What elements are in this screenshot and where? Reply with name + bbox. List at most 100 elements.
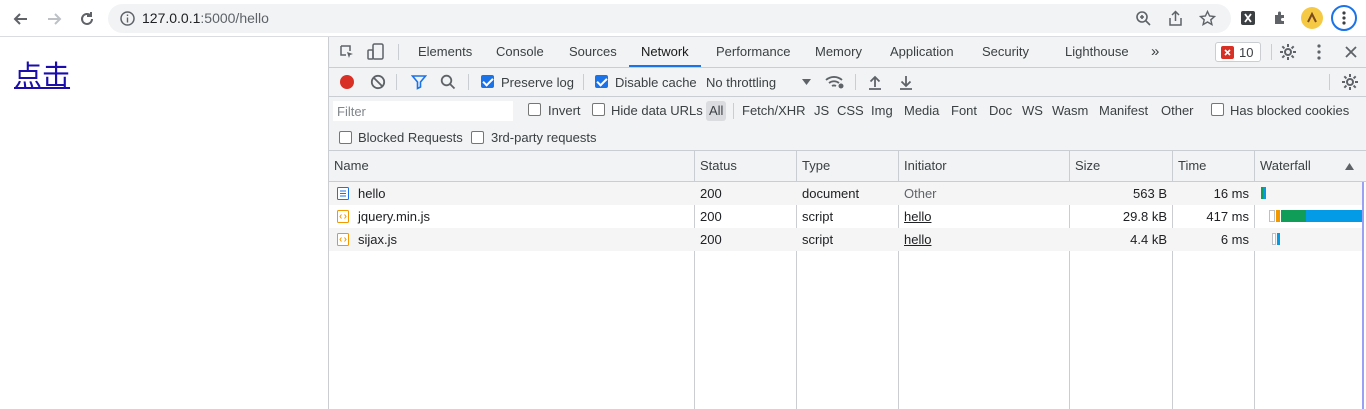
extension-x-icon[interactable]: [1237, 7, 1259, 29]
device-toolbar-icon[interactable]: [367, 43, 385, 61]
url-path: :5000/hello: [200, 10, 269, 26]
disable-cache-label: Disable cache: [615, 75, 697, 90]
request-status: 200: [700, 186, 722, 201]
column-header-time[interactable]: Time: [1173, 151, 1206, 181]
waterfall-bar-download: [1306, 210, 1362, 222]
type-filter-css[interactable]: CSS: [834, 101, 867, 121]
request-size: 29.8 kB: [1122, 209, 1167, 224]
clear-icon[interactable]: [370, 74, 386, 90]
share-icon[interactable]: [1167, 10, 1184, 27]
hide-data-urls-label: Hide data URLs: [611, 103, 703, 118]
devtools-menu-icon[interactable]: [1317, 44, 1321, 60]
network-settings-gear-icon[interactable]: [1341, 73, 1359, 91]
waterfall-bar-queued: [1272, 233, 1276, 245]
tab-application[interactable]: Application: [890, 37, 954, 67]
address-bar[interactable]: 127.0.0.1:5000/hello: [108, 4, 1231, 33]
close-icon[interactable]: [1344, 45, 1358, 59]
request-size: 4.4 kB: [1130, 232, 1167, 247]
import-har-icon[interactable]: [867, 74, 883, 90]
forward-button[interactable]: [42, 7, 66, 31]
type-filter-other[interactable]: Other: [1158, 101, 1197, 121]
type-filter-ws[interactable]: WS: [1019, 101, 1046, 121]
dropdown-arrow-icon[interactable]: [802, 79, 811, 85]
network-toolbar: Preserve log Disable cache No throttling: [329, 68, 1366, 97]
tab-lighthouse[interactable]: Lighthouse: [1065, 37, 1129, 67]
type-filter-all[interactable]: All: [706, 101, 727, 121]
tab-memory[interactable]: Memory: [815, 37, 862, 67]
filter-funnel-icon[interactable]: [411, 74, 427, 90]
waterfall-bar-download: [1277, 233, 1280, 245]
more-tabs-button[interactable]: »: [1151, 37, 1159, 67]
waterfall-bar-download: [1263, 187, 1266, 199]
table-header: Name Status Type Initiator Size Time Wat…: [329, 151, 1366, 182]
preserve-log-label: Preserve log: [501, 75, 574, 90]
waterfall-timeline-marker: [1362, 182, 1364, 409]
column-header-waterfall[interactable]: Waterfall: [1255, 151, 1311, 181]
tab-sources[interactable]: Sources: [569, 37, 617, 67]
click-link[interactable]: 点击: [14, 54, 70, 94]
type-filter-doc[interactable]: Doc: [986, 101, 1015, 121]
type-filter-font[interactable]: Font: [948, 101, 980, 121]
request-time: 6 ms: [1220, 232, 1249, 247]
request-status: 200: [700, 209, 722, 224]
table-row[interactable]: hello 200 document Other 563 B 16 ms: [329, 182, 1362, 205]
tab-elements[interactable]: Elements: [418, 37, 472, 67]
devtools-tabbar: Elements Console Sources Network Perform…: [329, 37, 1366, 68]
third-party-checkbox[interactable]: [471, 131, 484, 144]
zoom-icon[interactable]: [1135, 10, 1152, 27]
hide-data-urls-checkbox[interactable]: [592, 103, 605, 116]
type-filter-manifest[interactable]: Manifest: [1096, 101, 1151, 121]
network-conditions-icon[interactable]: [825, 74, 845, 90]
table-row[interactable]: sijax.js 200 script hello 4.4 kB 6 ms: [329, 228, 1362, 251]
back-arrow-icon: [13, 13, 27, 25]
settings-gear-icon[interactable]: [1279, 43, 1297, 61]
tab-network[interactable]: Network: [629, 37, 701, 67]
profile-avatar[interactable]: [1301, 7, 1323, 29]
filter-input[interactable]: [333, 101, 513, 121]
preserve-log-checkbox[interactable]: [481, 75, 494, 88]
export-har-icon[interactable]: [898, 74, 914, 90]
has-blocked-cookies-label: Has blocked cookies: [1230, 103, 1350, 118]
type-filter-wasm[interactable]: Wasm: [1049, 101, 1091, 121]
extensions-puzzle-icon[interactable]: [1269, 7, 1291, 29]
column-header-initiator[interactable]: Initiator: [899, 151, 947, 181]
chrome-menu-button[interactable]: [1331, 5, 1357, 31]
tab-performance[interactable]: Performance: [716, 37, 790, 67]
error-count-badge[interactable]: 10: [1215, 42, 1261, 62]
info-icon[interactable]: [119, 10, 136, 27]
throttling-select[interactable]: No throttling: [706, 75, 776, 90]
request-initiator-link[interactable]: hello: [899, 205, 931, 228]
request-initiator-link[interactable]: hello: [899, 228, 931, 251]
column-header-type[interactable]: Type: [797, 151, 830, 181]
column-header-status[interactable]: Status: [695, 151, 737, 181]
inspect-element-icon[interactable]: [339, 44, 355, 60]
invert-label: Invert: [548, 103, 581, 118]
tab-console[interactable]: Console: [496, 37, 544, 67]
bookmark-star-icon[interactable]: [1199, 10, 1216, 27]
tab-security[interactable]: Security: [982, 37, 1029, 67]
column-header-size[interactable]: Size: [1070, 151, 1100, 181]
disable-cache-checkbox[interactable]: [595, 75, 608, 88]
request-type: script: [802, 232, 834, 247]
request-time: 16 ms: [1213, 186, 1249, 201]
blocked-requests-checkbox[interactable]: [339, 131, 352, 144]
record-icon[interactable]: [339, 74, 355, 90]
vertical-dots-icon: [1342, 11, 1346, 25]
type-filter-img[interactable]: Img: [868, 101, 896, 121]
table-row[interactable]: jquery.min.js 200 script hello 29.8 kB 4…: [329, 205, 1362, 228]
reload-button[interactable]: [75, 7, 99, 31]
invert-checkbox[interactable]: [528, 103, 541, 116]
network-filterbar: Invert Hide data URLs All Fetch/XHR JS C…: [329, 97, 1366, 151]
type-filter-fetch-xhr[interactable]: Fetch/XHR: [739, 101, 809, 121]
type-filter-js[interactable]: JS: [811, 101, 832, 121]
url-text[interactable]: 127.0.0.1:5000/hello: [142, 10, 269, 26]
document-file-icon: [337, 187, 349, 200]
request-type: document: [802, 186, 860, 201]
column-header-name[interactable]: Name: [329, 151, 369, 181]
sort-ascending-icon[interactable]: [1345, 163, 1354, 170]
search-icon[interactable]: [440, 74, 456, 90]
back-button[interactable]: [9, 7, 33, 31]
waterfall-bar-stalled: [1276, 210, 1280, 222]
has-blocked-cookies-checkbox[interactable]: [1211, 103, 1224, 116]
type-filter-media[interactable]: Media: [901, 101, 942, 121]
